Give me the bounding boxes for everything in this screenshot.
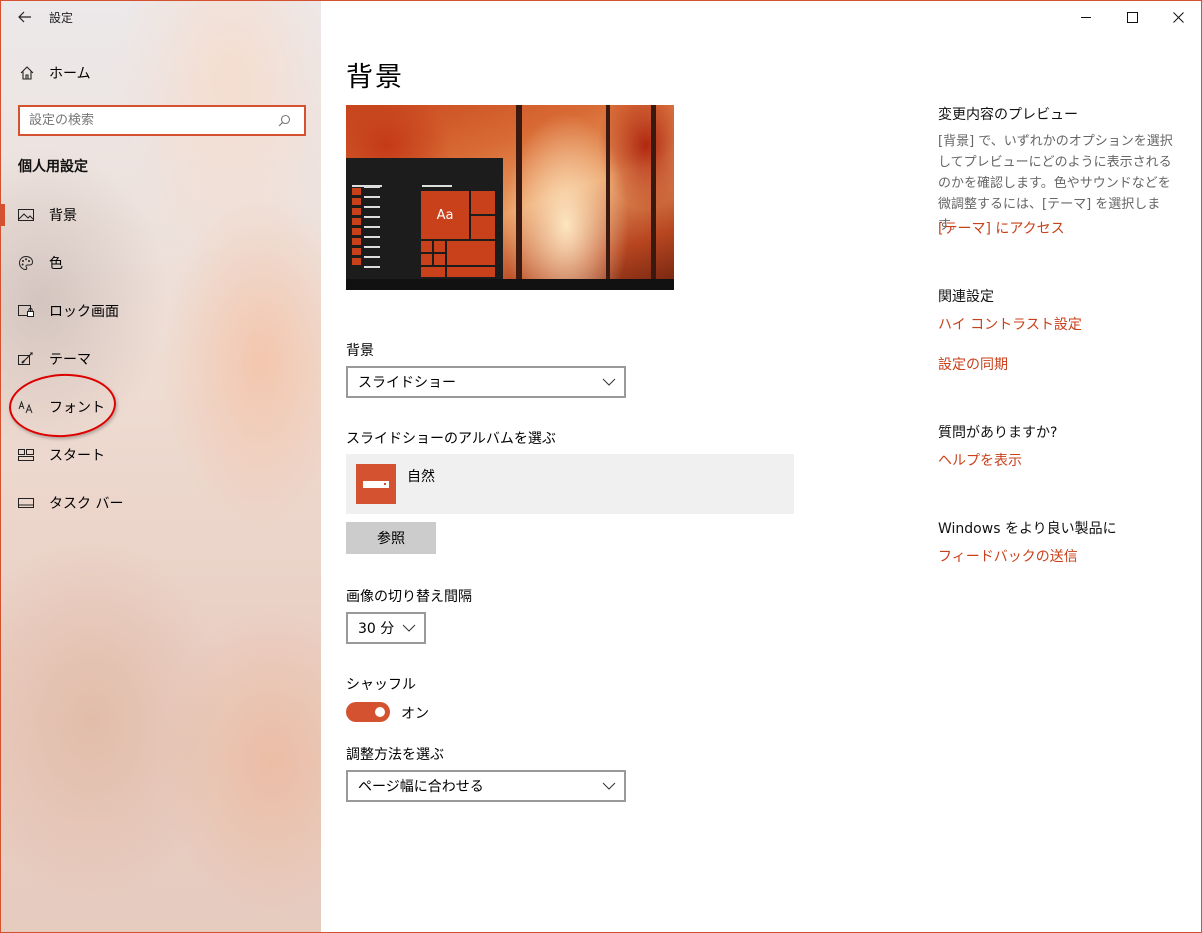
preview-tree xyxy=(516,105,522,290)
shuffle-state: オン xyxy=(401,706,429,722)
toggle-knob xyxy=(375,707,385,717)
sidebar-nav: 背景 色 ロック画面 テーマ フォント スタート タスク バー xyxy=(1,191,321,527)
sidebar-item-taskbar[interactable]: タスク バー xyxy=(1,479,321,527)
search-input[interactable] xyxy=(29,113,278,128)
preview-app-list xyxy=(352,188,362,268)
related-heading: 関連設定 xyxy=(938,289,994,305)
sidebar-item-label: スタート xyxy=(49,448,105,464)
preview-tiles: Aa xyxy=(421,191,497,277)
feedback-heading: Windows をより良い製品に xyxy=(938,521,1117,537)
sidebar-item-lock-screen[interactable]: ロック画面 xyxy=(1,287,321,335)
preview-tree xyxy=(651,105,656,290)
back-button[interactable] xyxy=(1,1,49,33)
album-item[interactable]: 自然 xyxy=(346,454,794,514)
home-icon xyxy=(19,65,35,81)
fit-dropdown[interactable]: ページ幅に合わせる xyxy=(346,770,626,802)
help-link[interactable]: ヘルプを表示 xyxy=(938,450,1022,470)
chevron-down-icon xyxy=(602,782,616,790)
picture-icon xyxy=(18,207,34,223)
shuffle-toggle[interactable] xyxy=(346,702,390,722)
sync-settings-link[interactable]: 設定の同期 xyxy=(938,354,1008,374)
taskbar-icon xyxy=(18,495,34,511)
interval-dropdown[interactable]: 30 分 xyxy=(346,612,426,644)
fit-dropdown-value: ページ幅に合わせる xyxy=(358,779,484,795)
interval-label: 画像の切り替え間隔 xyxy=(346,589,472,605)
main-content: 背景 Aa 背景 スライドショー スライドショーのアルバムを選ぶ 自然 参照 画… xyxy=(346,1,906,932)
start-icon xyxy=(18,447,34,463)
theme-icon xyxy=(18,351,34,367)
themes-link[interactable]: [テーマ] にアクセス xyxy=(938,218,1065,238)
sidebar-item-label: ロック画面 xyxy=(49,304,119,320)
sidebar-item-label: テーマ xyxy=(49,352,91,368)
interval-dropdown-value: 30 分 xyxy=(358,621,395,637)
question-heading: 質問がありますか? xyxy=(938,425,1058,441)
fit-label: 調整方法を選ぶ xyxy=(346,747,444,763)
close-button[interactable] xyxy=(1155,1,1201,33)
maximize-button[interactable] xyxy=(1109,1,1155,33)
feedback-link[interactable]: フィードバックの送信 xyxy=(938,546,1078,566)
album-name: 自然 xyxy=(407,469,435,485)
sidebar-item-color[interactable]: 色 xyxy=(1,239,321,287)
browse-button[interactable]: 参照 xyxy=(346,522,436,554)
sidebar-item-label: 背景 xyxy=(49,208,77,224)
background-dropdown-value: スライドショー xyxy=(358,375,456,391)
sidebar-item-background[interactable]: 背景 xyxy=(1,191,321,239)
minimize-icon xyxy=(1080,16,1091,18)
background-preview: Aa xyxy=(346,105,674,290)
app-title: 設定 xyxy=(49,10,74,25)
preview-heading: 変更内容のプレビュー xyxy=(938,107,1078,123)
preview-start-menu: Aa xyxy=(346,158,503,279)
home-link[interactable]: ホーム xyxy=(19,61,91,85)
preview-tile-main: Aa xyxy=(421,191,469,239)
preview-taskbar xyxy=(346,279,674,290)
preview-tree xyxy=(606,105,610,290)
search-icon[interactable] xyxy=(278,114,304,127)
search-box[interactable] xyxy=(18,105,306,136)
settings-window: 設定 ホーム 個人用設定 xyxy=(0,0,1202,933)
window-controls xyxy=(1063,1,1201,33)
sidebar-item-label: 色 xyxy=(49,256,63,272)
close-icon xyxy=(1172,11,1184,23)
back-arrow-icon xyxy=(18,11,31,23)
background-label: 背景 xyxy=(346,343,374,359)
lock-screen-icon xyxy=(18,303,34,319)
preview-line xyxy=(422,185,452,187)
preview-app-lines xyxy=(364,186,380,276)
album-icon xyxy=(356,464,396,504)
chevron-down-icon xyxy=(602,378,616,386)
page-title: 背景 xyxy=(346,62,404,93)
high-contrast-link[interactable]: ハイ コントラスト設定 xyxy=(938,314,1082,334)
maximize-icon xyxy=(1126,11,1138,23)
background-dropdown[interactable]: スライドショー xyxy=(346,366,626,398)
home-label: ホーム xyxy=(49,66,91,82)
section-title: 個人用設定 xyxy=(18,159,88,175)
palette-icon xyxy=(18,255,34,271)
minimize-button[interactable] xyxy=(1063,1,1109,33)
shuffle-label: シャッフル xyxy=(346,677,416,693)
title-bar: 設定 xyxy=(1,1,321,33)
chevron-down-icon xyxy=(402,624,416,632)
album-label: スライドショーのアルバムを選ぶ xyxy=(346,431,556,447)
sidebar: 設定 ホーム 個人用設定 xyxy=(1,1,321,932)
sidebar-item-label: タスク バー xyxy=(49,496,124,512)
sidebar-item-start[interactable]: スタート xyxy=(1,431,321,479)
